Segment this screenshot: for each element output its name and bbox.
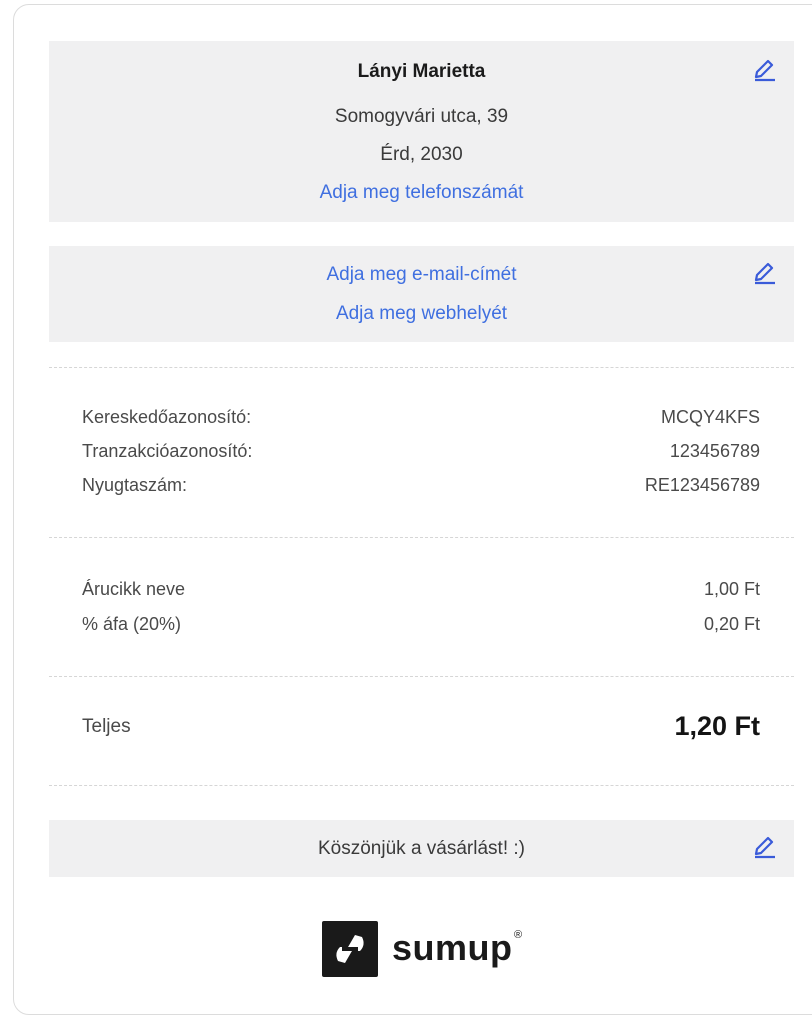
- registered-mark: ®: [514, 929, 523, 941]
- id-value: RE123456789: [644, 475, 760, 495]
- id-label: Tranzakcióazonosító:: [82, 441, 253, 461]
- email-link[interactable]: Adja meg e-mail-címét: [49, 264, 794, 286]
- divider: [49, 676, 794, 677]
- total-label: Teljes: [82, 716, 131, 737]
- sumup-logo-icon: [322, 921, 378, 977]
- id-row: Tranzakcióazonosító: 123456789: [82, 441, 760, 467]
- divider: [49, 537, 794, 538]
- id-row: Kereskedőazonosító: MCQY4KFS: [82, 407, 760, 433]
- pencil-icon: [752, 834, 778, 860]
- item-label: % áfa (20%): [82, 614, 182, 634]
- id-value: MCQY4KFS: [660, 407, 760, 427]
- id-label: Nyugtaszám:: [82, 475, 188, 495]
- divider: [49, 367, 794, 368]
- edit-contact-button[interactable]: [752, 260, 778, 286]
- id-label: Kereskedőazonosító:: [82, 407, 252, 427]
- merchant-name: Lányi Marietta: [357, 61, 486, 82]
- website-link[interactable]: Adja meg webhelyét: [49, 303, 794, 325]
- edit-merchant-button[interactable]: [752, 57, 778, 83]
- item-label: Árucikk neve: [82, 579, 186, 599]
- line-item-row: % áfa (20%) 0,20 Ft: [82, 614, 760, 640]
- brand-name: sumup: [392, 927, 513, 968]
- id-row: Nyugtaszám: RE123456789: [82, 475, 760, 501]
- pencil-icon: [752, 260, 778, 286]
- contact-panel: Adja meg e-mail-címét Adja meg webhelyét: [49, 246, 794, 342]
- phone-link[interactable]: Adja meg telefonszámát: [49, 182, 794, 204]
- footer-panel: Köszönjük a vásárlást! :): [49, 820, 794, 877]
- sumup-logo: sumup ®: [322, 921, 542, 977]
- edit-footer-button[interactable]: [752, 834, 778, 860]
- divider: [49, 785, 794, 786]
- merchant-street: Somogyvári utca, 39: [334, 106, 509, 127]
- item-value: 0,20 Ft: [703, 614, 760, 634]
- pencil-icon: [752, 57, 778, 83]
- total-value: 1,20 Ft: [674, 711, 760, 741]
- line-item-row: Árucikk neve 1,00 Ft: [82, 579, 760, 605]
- item-value: 1,00 Ft: [703, 579, 760, 599]
- id-value: 123456789: [669, 441, 760, 461]
- merchant-city: Érd, 2030: [380, 144, 463, 165]
- merchant-panel: Lányi Marietta Somogyvári utca, 39 Érd, …: [49, 41, 794, 222]
- thank-you-message: Köszönjük a vásárlást! :): [318, 838, 525, 859]
